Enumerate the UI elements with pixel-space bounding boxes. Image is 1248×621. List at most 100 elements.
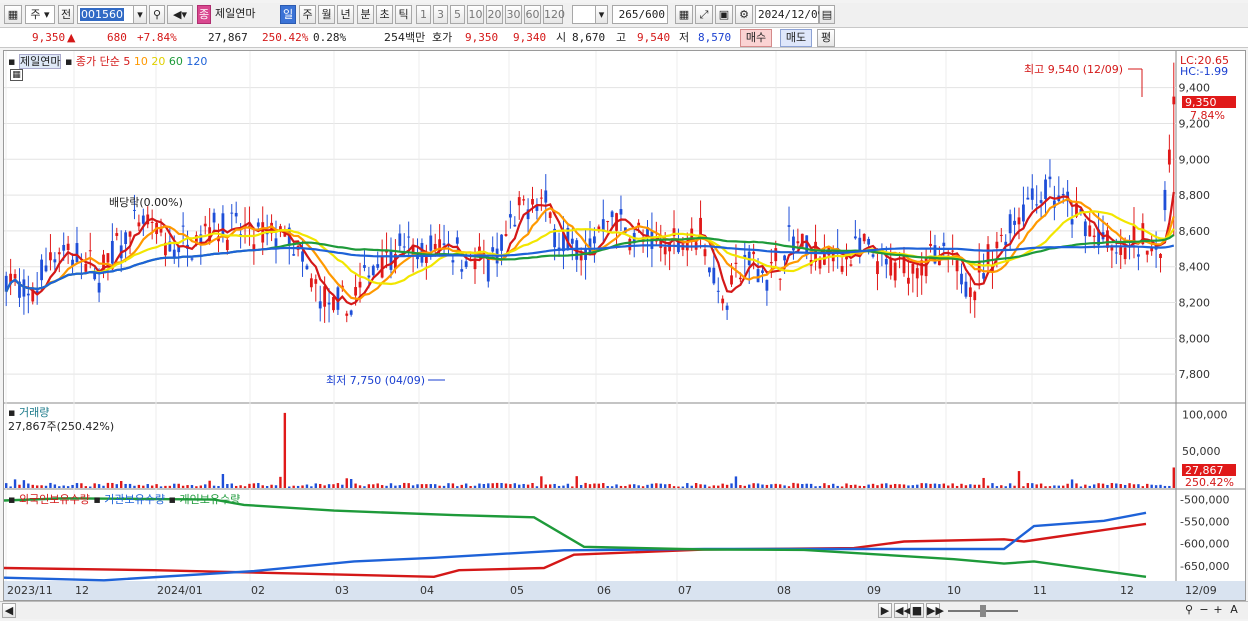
draw-icon[interactable]: ⤢ xyxy=(695,5,713,24)
candle-body xyxy=(451,260,455,263)
scroll-right-icon[interactable]: ▶ xyxy=(878,603,892,618)
vol-ratio: 250.42% xyxy=(262,31,309,44)
candle-body xyxy=(57,252,61,255)
candle-body xyxy=(1163,189,1167,211)
candle-body xyxy=(349,310,353,315)
font-size-icon[interactable]: A xyxy=(1227,603,1241,618)
interval-3[interactable]: 3 xyxy=(433,5,448,24)
interval-10[interactable]: 10 xyxy=(467,5,484,24)
volume-bar xyxy=(35,485,39,488)
rewind-icon[interactable]: ◀◀ xyxy=(894,603,912,618)
candle-body xyxy=(371,265,375,276)
volume-bar xyxy=(991,483,994,488)
volume-bar xyxy=(823,483,826,488)
volume-bar xyxy=(208,480,211,488)
candle-body xyxy=(911,264,915,274)
buy-button[interactable]: 매수 xyxy=(740,29,772,47)
volume-bar xyxy=(557,485,561,488)
chart-scrollbar[interactable]: ◀ ▶ ◀◀ ■ ▶▶ ⚲ − + A xyxy=(0,601,1248,619)
interval-120[interactable]: 120 xyxy=(543,5,565,24)
x-tick: 07 xyxy=(678,584,692,597)
interval-dropdown-icon[interactable]: ▾ xyxy=(595,5,608,24)
interval-60[interactable]: 60 xyxy=(524,5,541,24)
layout-icon[interactable]: ▦ xyxy=(4,5,22,24)
interval-30[interactable]: 30 xyxy=(505,5,522,24)
turnover: 0.28% xyxy=(313,31,347,44)
play-icon[interactable]: ▶▶ xyxy=(926,603,944,618)
candle-body xyxy=(1123,247,1127,260)
flat-button[interactable]: 평 xyxy=(817,29,835,47)
interval-5[interactable]: 5 xyxy=(450,5,465,24)
volume-bar xyxy=(964,485,968,488)
zoom-slider-thumb[interactable] xyxy=(980,605,986,617)
scroll-left-icon[interactable]: ◀ xyxy=(2,603,16,618)
volume-bar xyxy=(1159,484,1162,488)
legend-ma10: 10 xyxy=(133,55,148,68)
volume-bar xyxy=(376,483,379,488)
mode-select[interactable]: 주 ▾ xyxy=(25,5,55,24)
period-year[interactable]: 년 xyxy=(337,5,354,24)
count-input[interactable]: 265/600 xyxy=(612,5,668,24)
volume-bar xyxy=(1044,486,1047,488)
calendar-icon[interactable]: ▤ xyxy=(819,5,835,24)
table-icon[interactable]: ▦ xyxy=(10,69,23,81)
volume-bar xyxy=(610,486,614,488)
sound-icon[interactable]: ◀▾ xyxy=(167,5,193,24)
period-second[interactable]: 초 xyxy=(376,5,393,24)
price-tick: 8,000 xyxy=(1179,332,1211,345)
volume-bar xyxy=(805,483,808,488)
interval-1[interactable]: 1 xyxy=(416,5,431,24)
volume-bar xyxy=(973,484,976,488)
candle-body xyxy=(995,241,999,249)
volume-bar xyxy=(341,484,344,488)
chart-area[interactable]: 9,400 9,200 9,000 8,800 8,600 8,400 8,200 8,000… xyxy=(3,50,1246,601)
zoom-in-icon[interactable]: + xyxy=(1212,603,1224,618)
holdings-legend: ▪ 외국인보유수량 ▪ 기관보유수량 ▪ 개인보유수량 xyxy=(8,491,240,507)
candle-body xyxy=(203,223,207,227)
volume-bar xyxy=(540,476,543,488)
period-minute[interactable]: 분 xyxy=(357,5,374,24)
zoom-out-icon[interactable]: − xyxy=(1198,603,1210,618)
volume-bar xyxy=(814,486,817,488)
gear-icon[interactable]: ⚙ xyxy=(735,5,753,24)
candle-body xyxy=(137,222,141,227)
candle-body xyxy=(354,287,357,296)
candle-body xyxy=(433,243,437,250)
search-icon[interactable]: ⚲ xyxy=(149,5,165,24)
period-tick[interactable]: 틱 xyxy=(395,5,412,24)
save-icon[interactable]: ▣ xyxy=(715,5,733,24)
volume-tick: 100,000 xyxy=(1182,408,1228,421)
price-chart-svg[interactable]: 9,4009,2009,0008,8008,6008,4008,2008,000… xyxy=(3,51,1245,600)
legend-stock[interactable]: 제일연마 xyxy=(18,54,62,69)
volume-bar xyxy=(221,474,225,488)
volume-bar xyxy=(310,486,313,488)
date-input[interactable]: 2024/12/09 xyxy=(755,5,824,24)
zoom-search-icon[interactable]: ⚲ xyxy=(1182,603,1196,618)
volume-bar xyxy=(102,485,105,488)
sell-button[interactable]: 매도 xyxy=(780,29,812,47)
volume-bar xyxy=(380,485,384,488)
period-day[interactable]: 일 xyxy=(280,5,296,24)
low-label: 저 xyxy=(679,31,690,44)
volume-bar xyxy=(111,482,114,488)
volume-bar xyxy=(703,484,707,488)
candle-body xyxy=(53,259,57,263)
candle-body xyxy=(301,251,304,262)
volume-bar xyxy=(526,484,530,488)
volume-bar xyxy=(663,484,667,488)
volume-bar xyxy=(296,485,300,488)
x-tick: 11 xyxy=(1033,584,1047,597)
zoom-icon[interactable]: ▦ xyxy=(675,5,693,24)
period-week[interactable]: 주 xyxy=(299,5,316,24)
volume-bar xyxy=(155,484,158,488)
candle-body xyxy=(363,265,366,268)
code-dropdown-icon[interactable]: ▾ xyxy=(133,5,147,24)
code-input[interactable]: 001560 xyxy=(77,5,137,24)
interval-20[interactable]: 20 xyxy=(486,5,503,24)
stop-icon[interactable]: ■ xyxy=(910,603,924,618)
mode2-button[interactable]: 전 xyxy=(58,5,74,24)
volume-bar xyxy=(1101,483,1105,488)
candle-body xyxy=(13,274,17,279)
period-month[interactable]: 월 xyxy=(318,5,335,24)
volume-bar xyxy=(270,484,273,488)
